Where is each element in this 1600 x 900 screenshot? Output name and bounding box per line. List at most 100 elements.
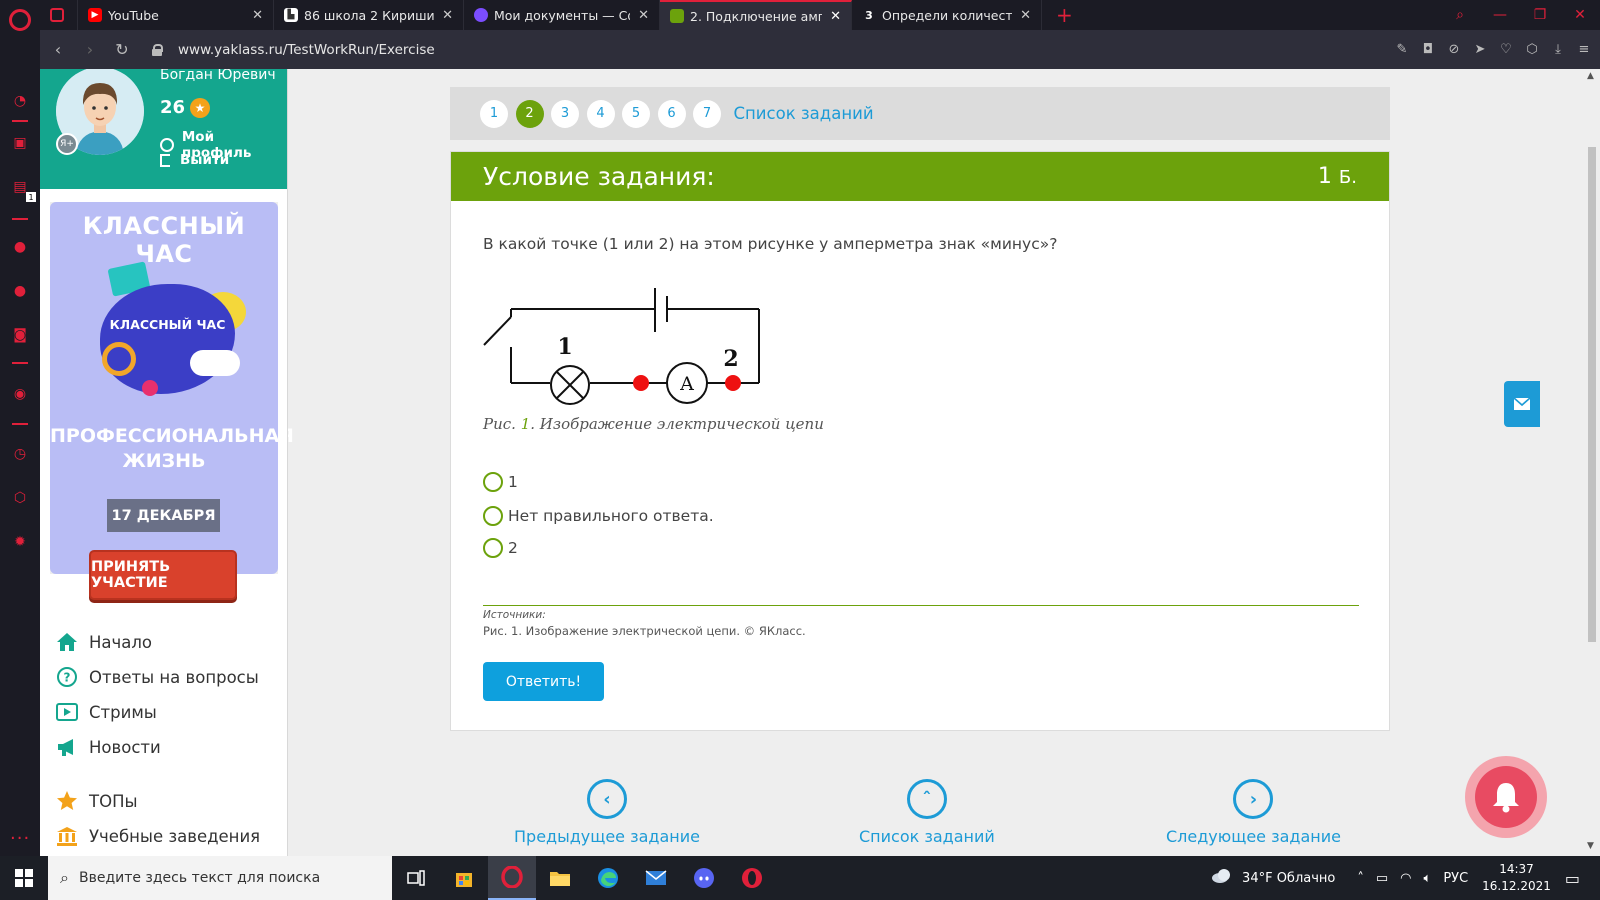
opera-gx-icon[interactable] <box>728 856 776 900</box>
event-banner[interactable]: КЛАССНЫЙ ЧАС КЛАССНЫЙ ЧАС ПРОФЕССИОНАЛЬН… <box>50 202 294 574</box>
language-indicator[interactable]: РУС <box>1443 871 1468 886</box>
wifi-icon[interactable]: ◠ <box>1400 871 1411 886</box>
tab-heat[interactable]: 3 Определи количество теплоты ✕ <box>852 0 1042 30</box>
task-number-1[interactable]: 1 <box>480 99 508 128</box>
task-view-icon[interactable] <box>392 856 440 900</box>
task-number-5[interactable]: 5 <box>622 99 650 128</box>
store-icon[interactable] <box>440 856 488 900</box>
submit-answer-button[interactable]: Ответить! <box>483 662 604 701</box>
speed-dial-icon[interactable]: ◔ <box>11 92 29 110</box>
opera-taskbar-icon[interactable] <box>488 856 536 900</box>
scroll-up-icon[interactable]: ▲ <box>1587 71 1594 81</box>
task-number-7[interactable]: 7 <box>693 99 721 128</box>
mail-icon[interactable] <box>632 856 680 900</box>
restore-icon[interactable]: ❐ <box>1520 0 1560 30</box>
workspace-icon[interactable]: ▣ <box>11 134 29 152</box>
task-number-4[interactable]: 4 <box>586 99 615 128</box>
tab-sferum[interactable]: Мои документы — Сферум ✕ <box>464 0 660 30</box>
edge-icon[interactable] <box>584 856 632 900</box>
clock[interactable]: 14:37 16.12.2021 <box>1482 861 1551 895</box>
menu-item-news[interactable]: Новости <box>56 736 161 758</box>
url-field[interactable]: www.yaklass.ru/TestWorkRun/Exercise <box>178 42 435 58</box>
task-number-6[interactable]: 6 <box>657 99 686 128</box>
reload-icon[interactable]: ↻ <box>106 40 138 59</box>
scroll-down-icon[interactable]: ▼ <box>1587 841 1594 851</box>
menu-item-tops[interactable]: ТОПы <box>56 790 138 812</box>
download-icon[interactable]: ⤓ <box>1550 42 1566 58</box>
next-task-link[interactable]: › Следующее задание <box>1166 779 1341 846</box>
logout-link[interactable]: Выйти <box>160 152 229 168</box>
pinned-tab[interactable] <box>40 0 78 30</box>
instagram-icon[interactable]: ◙ <box>11 326 29 344</box>
menu-item-home[interactable]: Начало <box>56 631 152 653</box>
taskbar-search-input[interactable]: ⌕ Введите здесь текст для поиска <box>48 856 392 900</box>
weather-text[interactable]: 34°F Облачно <box>1242 871 1335 886</box>
chevron-up-icon[interactable]: ˄ <box>1357 871 1364 886</box>
answer-option-2[interactable]: 2 <box>483 538 518 558</box>
menu-item-streams[interactable]: Стримы <box>56 701 157 723</box>
discord-icon[interactable] <box>680 856 728 900</box>
join-button[interactable]: ПРИНЯТЬ УЧАСТИЕ <box>89 550 237 600</box>
opera-logo-icon[interactable] <box>9 9 31 31</box>
menu-item-answers[interactable]: ? Ответы на вопросы <box>56 666 259 688</box>
whatsapp-icon[interactable]: ● <box>11 282 29 300</box>
task-number-3[interactable]: 3 <box>551 99 579 128</box>
task-card: Условие задания: 1 Б. В какой точке (1 и… <box>450 151 1390 731</box>
send-icon[interactable]: ➤ <box>1472 42 1488 58</box>
minimize-icon[interactable]: — <box>1480 0 1520 30</box>
task-list-link[interactable]: Список заданий <box>734 104 874 123</box>
more-dots-icon[interactable]: ··· <box>10 828 30 849</box>
close-tab-icon[interactable]: ✕ <box>638 8 649 23</box>
window-controls: ⌕ — ❐ ✕ <box>1440 0 1600 30</box>
volume-icon[interactable]: 🔈︎ <box>1424 871 1432 886</box>
close-tab-icon[interactable]: ✕ <box>252 8 263 23</box>
history-icon[interactable]: ◷ <box>11 445 29 463</box>
sferum-icon <box>474 8 488 22</box>
close-window-icon[interactable]: ✕ <box>1560 0 1600 30</box>
lock-icon[interactable] <box>152 43 163 56</box>
radio-button[interactable] <box>483 538 503 558</box>
messenger-icon[interactable]: ● <box>11 238 29 256</box>
tab-school[interactable]: ▙ 86 школа 2 Кириши ✕ <box>274 0 464 30</box>
cube-icon[interactable]: ⬡ <box>1524 42 1540 58</box>
notifications-icon[interactable]: ▭ <box>1565 869 1580 888</box>
new-tab-button[interactable]: + <box>1042 0 1087 30</box>
answer-option-none[interactable]: Нет правильного ответа. <box>483 506 714 526</box>
settings-gear-icon[interactable]: ✹ <box>11 533 29 551</box>
back-icon[interactable]: ‹ <box>42 40 74 59</box>
extensions-icon[interactable]: ⬡ <box>11 489 29 507</box>
edit-share-icon[interactable]: ✎ <box>1394 42 1410 58</box>
clock-time: 14:37 <box>1499 862 1534 876</box>
menu-item-schools[interactable]: Учебные заведения <box>56 825 260 847</box>
feedback-mail-button[interactable] <box>1504 381 1540 427</box>
notifications-button[interactable] <box>1465 756 1547 838</box>
file-explorer-icon[interactable] <box>536 856 584 900</box>
windows-start-icon[interactable] <box>0 856 48 900</box>
prev-task-link[interactable]: ‹ Предыдущее задание <box>514 779 700 846</box>
radio-button[interactable] <box>483 506 503 526</box>
answer-option-1[interactable]: 1 <box>483 472 518 492</box>
page-scrollbar[interactable]: ▲ ▼ <box>1584 69 1600 856</box>
close-tab-icon[interactable]: ✕ <box>1020 8 1031 23</box>
points-value: 26 <box>160 97 186 118</box>
tab-ammeter[interactable]: 2. Подключение амперметра ✕ <box>660 0 852 30</box>
user-name[interactable]: Богдан Юревич <box>160 69 276 83</box>
task-list-bottom-link[interactable]: ˆ Список заданий <box>859 779 995 846</box>
close-tab-icon[interactable]: ✕ <box>830 9 841 24</box>
radio-button[interactable] <box>483 472 503 492</box>
battery-icon[interactable]: ▭ <box>1376 871 1388 886</box>
search-tabs-icon[interactable]: ⌕ <box>1440 0 1480 30</box>
address-bar: ‹ › ↻ www.yaklass.ru/TestWorkRun/Exercis… <box>40 30 1600 69</box>
scroll-thumb[interactable] <box>1588 147 1596 642</box>
task-number-2[interactable]: 2 <box>515 99 544 128</box>
menu-lines-icon[interactable]: ≡ <box>1576 42 1592 58</box>
plus-badge-icon: Я+ <box>56 133 78 155</box>
point-2-marker <box>725 375 741 391</box>
tab-youtube[interactable]: ▶ YouTube ✕ <box>78 0 274 30</box>
snapshot-camera-icon[interactable]: ◘ <box>1420 42 1436 58</box>
adblock-icon[interactable]: ⊘ <box>1446 42 1462 58</box>
forward-icon[interactable]: › <box>74 40 106 59</box>
heart-icon[interactable]: ♡ <box>1498 42 1514 58</box>
player-icon[interactable]: ◉ <box>11 385 29 403</box>
close-tab-icon[interactable]: ✕ <box>442 8 453 23</box>
